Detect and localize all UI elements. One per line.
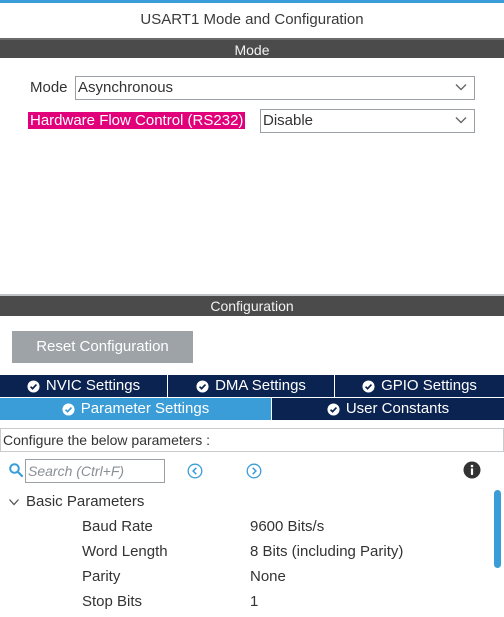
chevron-down-icon (455, 117, 467, 124)
tab-user-constants-label: User Constants (345, 400, 450, 417)
chevron-right-circle-icon[interactable] (246, 463, 262, 479)
chevron-left-circle-icon[interactable] (187, 463, 203, 479)
mode-select-value: Asynchronous (78, 79, 174, 96)
window-title: USART1 Mode and Configuration (140, 11, 364, 28)
param-value-baud-rate[interactable]: 9600 Bits/s (250, 516, 324, 538)
configure-parameters-info: Configure the below parameters : (0, 428, 504, 452)
param-value-word-length[interactable]: 8 Bits (including Parity) (250, 541, 403, 563)
basic-parameters-label: Basic Parameters (26, 493, 145, 510)
param-value-stop-bits[interactable]: 1 (250, 591, 258, 613)
mode-label: Mode (30, 79, 68, 96)
param-name-parity: Parity (82, 568, 121, 585)
param-name-word-length: Word Length (82, 543, 168, 560)
hardware-flow-control-value: Disable (263, 112, 314, 129)
settings-tabs-row-2: Parameter Settings User Constants (0, 398, 504, 420)
top-accent-bar (0, 0, 504, 3)
tab-dma-settings-label: DMA Settings (215, 377, 306, 394)
tab-nvic-settings[interactable]: NVIC Settings (0, 375, 168, 397)
search-icon[interactable] (8, 462, 24, 478)
check-circle-icon (327, 402, 340, 416)
tab-user-constants[interactable]: User Constants (272, 398, 504, 420)
scrollbar-thumb[interactable] (494, 490, 501, 568)
check-circle-icon (362, 379, 375, 393)
info-icon[interactable] (463, 461, 481, 479)
basic-parameters-group[interactable]: Basic Parameters (8, 491, 144, 513)
check-circle-icon (62, 402, 75, 416)
check-circle-icon (196, 379, 209, 393)
mode-section-header: Mode (0, 38, 504, 58)
mode-select[interactable]: Asynchronous (75, 76, 475, 100)
tab-dma-settings[interactable]: DMA Settings (168, 375, 335, 397)
configuration-section-header: Configuration (0, 294, 504, 316)
settings-tabs-row-1: NVIC Settings DMA Settings GPIO Settings (0, 375, 504, 397)
param-value-parity[interactable]: None (250, 566, 286, 588)
hardware-flow-control-select[interactable]: Disable (260, 109, 475, 133)
check-circle-icon (27, 379, 40, 393)
tab-nvic-settings-label: NVIC Settings (45, 377, 141, 394)
search-input[interactable]: Search (Ctrl+F) (25, 459, 165, 483)
reset-configuration-button[interactable]: Reset Configuration (12, 331, 193, 363)
param-name-baud-rate: Baud Rate (82, 518, 153, 535)
hardware-flow-control-label: Hardware Flow Control (RS232) (28, 110, 246, 132)
chevron-down-icon (455, 84, 467, 91)
tab-gpio-settings[interactable]: GPIO Settings (335, 375, 504, 397)
tab-gpio-settings-label: GPIO Settings (381, 377, 477, 394)
hardware-flow-control-label-text: Hardware Flow Control (RS232) (28, 112, 246, 129)
param-name-stop-bits: Stop Bits (82, 593, 143, 610)
tab-parameter-settings[interactable]: Parameter Settings (0, 398, 272, 420)
tab-parameter-settings-label: Parameter Settings (80, 400, 210, 417)
chevron-down-icon (9, 499, 19, 506)
